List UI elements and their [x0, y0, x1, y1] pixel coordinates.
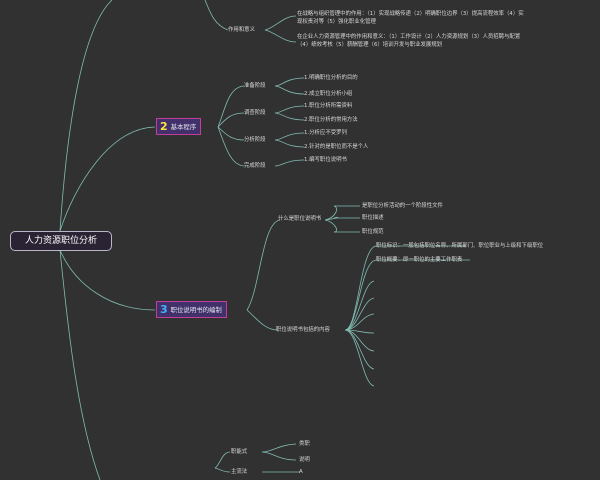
mind-map: 人力资源职位分析 作用和意义 在战略与组织管理中的作用：（1）实现战略传递（2）… — [0, 0, 600, 480]
contents-item-1: 职位标识：一般包括职位名称、所属部门、职位职业与上级和下级职位 — [376, 243, 544, 249]
what-item-1: 是职位分析活动的一个阶段性文件 — [362, 203, 443, 209]
bottom-group-2: 主流法 — [231, 469, 248, 475]
section-title: 职位说明书的编制 — [170, 306, 222, 314]
contents-item-2: 职位概要：即一职位的主要工作职责 — [376, 257, 463, 263]
section-number: 3 — [160, 303, 168, 316]
section-basic-procedure[interactable]: 2 基本程序 — [156, 118, 202, 135]
bottom-group-1: 职能式 — [231, 449, 248, 455]
group-analysis: 分析阶段 — [244, 137, 266, 143]
group-investigation: 调查阶段 — [244, 110, 266, 116]
significance-label: 作用和意义 — [228, 27, 255, 33]
group-completion: 完成阶段 — [244, 163, 266, 169]
root-node[interactable]: 人力资源职位分析 — [10, 231, 112, 251]
bottom-group-1-item-1: 类职 — [299, 441, 310, 447]
prep-item-1: 1.明确职位分析的目的 — [304, 75, 358, 81]
investigation-item-1: 1.职位分析所需资料 — [304, 103, 353, 109]
what-is-job-description: 什么是职位说明书 — [278, 216, 322, 222]
group-preparation: 准备阶段 — [244, 83, 266, 89]
bottom-group-2-item-1: A — [299, 469, 303, 475]
significance-strategy-text: 在战略与组织管理中的作用：（1）实现战略传递（2）明确职位边界（3）提高流程效率… — [297, 11, 524, 25]
prep-item-2: 2.成立职位分析小组 — [304, 91, 353, 97]
significance-hr-text: 在企业人力资源管理中的作用和意义：（1）工作设计（2）人力资源规划（3）人员招聘… — [297, 34, 521, 48]
bottom-group-1-item-2: 说明 — [299, 457, 310, 463]
what-item-3: 职位规范 — [362, 229, 384, 235]
investigation-item-2: 2.职位分析的常用方法 — [304, 117, 358, 123]
section-job-description[interactable]: 3 职位说明书的编制 — [156, 301, 227, 318]
job-description-contents: 职位说明书包括的内容 — [276, 327, 330, 333]
completion-item-1: 1.编写职位说明书 — [304, 157, 347, 163]
section-number: 2 — [160, 120, 168, 133]
what-item-2: 职位描述 — [362, 215, 384, 221]
analysis-item-1: 1.分析应不受罗列 — [304, 130, 347, 136]
analysis-item-2: 2.针对的是职位而不是个人 — [304, 144, 369, 150]
section-title: 基本程序 — [170, 123, 197, 131]
